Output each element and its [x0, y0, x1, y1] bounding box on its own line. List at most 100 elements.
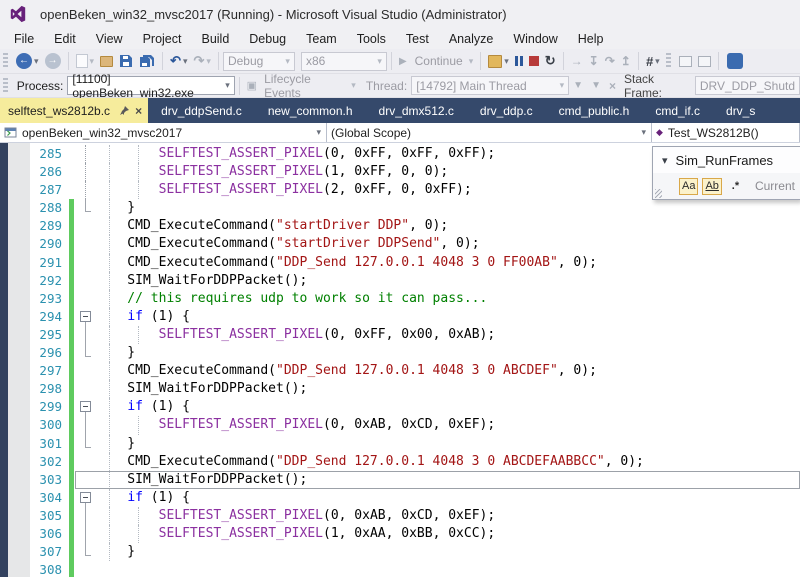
code-text[interactable]: } — [96, 344, 800, 362]
code-text[interactable] — [96, 561, 800, 577]
menu-item-debug[interactable]: Debug — [239, 30, 296, 48]
code-line-292[interactable]: 292 SIM_WaitForDDPPacket(); — [30, 272, 800, 290]
show-next-statement-icon[interactable]: → — [571, 54, 583, 68]
tab-selftest_ws2812b.c[interactable]: selftest_ws2812b.c × — [0, 98, 148, 123]
tab-drv_dmx512.c[interactable]: drv_dmx512.c — [366, 98, 467, 123]
chevron-down-icon[interactable]: ▾ — [183, 56, 188, 67]
tab-drv_ddp.c[interactable]: drv_ddp.c — [467, 98, 546, 123]
code-line-293[interactable]: 293 // this requires udp to work so it c… — [30, 290, 800, 308]
code-text[interactable]: SIM_WaitForDDPPacket(); — [96, 272, 800, 290]
code-line-289[interactable]: 289 CMD_ExecuteCommand("startDriver DDP"… — [30, 217, 800, 235]
code-line-296[interactable]: 296 } — [30, 344, 800, 362]
match-case-button[interactable]: Aa — [679, 178, 698, 195]
code-text[interactable]: CMD_ExecuteCommand("startDriver DDP", 0)… — [96, 217, 800, 235]
stop-debugging-button[interactable] — [528, 51, 540, 71]
navigate-backward-button[interactable]: ← ▾ — [15, 51, 40, 71]
code-text[interactable]: if (1) { — [96, 308, 800, 326]
code-text[interactable]: CMD_ExecuteCommand("DDP_Send 127.0.0.1 4… — [96, 362, 800, 380]
find-scope-dropdown[interactable]: Current — [755, 179, 795, 193]
menu-item-edit[interactable]: Edit — [44, 30, 86, 48]
code-text[interactable]: SELFTEST_ASSERT_PIXEL(0, 0xFF, 0x00, 0xA… — [96, 326, 800, 344]
collapse-region-icon[interactable] — [80, 401, 91, 412]
step-into-icon[interactable]: ↧ — [589, 54, 599, 68]
code-text[interactable]: // this requires udp to work so it can p… — [96, 290, 800, 308]
toolbar-grip[interactable] — [3, 78, 8, 94]
code-line-297[interactable]: 297 CMD_ExecuteCommand("DDP_Send 127.0.0… — [30, 362, 800, 380]
save-button[interactable] — [118, 51, 134, 71]
break-all-button[interactable] — [514, 51, 524, 71]
solution-platform-combo[interactable]: x86 ▾ — [301, 52, 387, 71]
menu-item-team[interactable]: Team — [296, 30, 347, 48]
code-text[interactable]: CMD_ExecuteCommand("startDriver DDPSend"… — [96, 235, 800, 253]
find-overlay[interactable]: ▾ Sim_RunFrames Aa Ab .* Current — [652, 146, 800, 200]
tab-cmd_public.h[interactable]: cmd_public.h — [546, 98, 643, 123]
menu-item-file[interactable]: File — [4, 30, 44, 48]
whole-word-button[interactable]: Ab — [702, 178, 721, 195]
code-text[interactable]: CMD_ExecuteCommand("DDP_Send 127.0.0.1 4… — [96, 254, 800, 272]
code-text[interactable]: SELFTEST_ASSERT_PIXEL(0, 0xAB, 0xCD, 0xE… — [96, 416, 800, 434]
code-line-294[interactable]: 294 if (1) { — [30, 308, 800, 326]
thread-combo[interactable]: [14792] Main Thread ▾ — [411, 76, 569, 95]
tab-cmd_if.c[interactable]: cmd_if.c — [642, 98, 713, 123]
menu-item-help[interactable]: Help — [568, 30, 614, 48]
pin-icon[interactable] — [120, 106, 129, 115]
code-line-291[interactable]: 291 CMD_ExecuteCommand("DDP_Send 127.0.0… — [30, 254, 800, 272]
undo-button[interactable]: ↶ ▾ — [169, 51, 188, 71]
open-file-button[interactable] — [99, 51, 114, 71]
code-text[interactable]: } — [96, 543, 800, 561]
restart-button[interactable]: ↻ — [544, 51, 557, 71]
filter-threads-icon[interactable]: ▼ — [573, 80, 583, 91]
breakpoint-glyph-margin[interactable] — [8, 143, 30, 577]
menu-item-build[interactable]: Build — [191, 30, 239, 48]
continue-button[interactable]: ▶ Continue ▾ — [398, 51, 474, 71]
code-line-298[interactable]: 298 SIM_WaitForDDPPacket(); — [30, 380, 800, 398]
navigate-forward-button[interactable]: → — [44, 51, 62, 71]
menu-item-view[interactable]: View — [86, 30, 133, 48]
menu-item-test[interactable]: Test — [396, 30, 439, 48]
code-text[interactable]: SELFTEST_ASSERT_PIXEL(1, 0xAA, 0xBB, 0xC… — [96, 525, 800, 543]
regex-button[interactable]: .* — [726, 178, 745, 195]
code-text[interactable]: SELFTEST_ASSERT_PIXEL(0, 0xAB, 0xCD, 0xE… — [96, 507, 800, 525]
code-line-306[interactable]: 306 SELFTEST_ASSERT_PIXEL(1, 0xAA, 0xBB,… — [30, 525, 800, 543]
code-text[interactable]: CMD_ExecuteCommand("DDP_Send 127.0.0.1 4… — [96, 453, 800, 471]
code-text[interactable]: } — [96, 199, 800, 217]
find-expand-chevron-icon[interactable]: ▾ — [662, 154, 668, 167]
find-query-input[interactable]: Sim_RunFrames — [676, 153, 774, 168]
chevron-down-icon[interactable]: ▾ — [90, 56, 95, 67]
method-combo[interactable]: ◆ Test_WS2812B() — [652, 123, 800, 142]
collapse-region-icon[interactable] — [80, 311, 91, 322]
code-line-290[interactable]: 290 CMD_ExecuteCommand("startDriver DDPS… — [30, 235, 800, 253]
diagnostic-tools-button[interactable]: ▾ — [487, 51, 510, 71]
folding-margin[interactable] — [75, 489, 96, 507]
menu-item-analyze[interactable]: Analyze — [439, 30, 503, 48]
code-line-304[interactable]: 304 if (1) { — [30, 489, 800, 507]
project-combo[interactable]: openBeken_win32_mvsc2017 ▾ — [0, 123, 327, 142]
menu-item-window[interactable]: Window — [503, 30, 567, 48]
step-over-icon[interactable]: ↷ — [605, 54, 615, 68]
code-text[interactable]: SIM_WaitForDDPPacket(); — [96, 380, 800, 398]
menu-item-tools[interactable]: Tools — [347, 30, 396, 48]
code-text[interactable]: if (1) { — [96, 489, 800, 507]
code-line-288[interactable]: 288 } — [30, 199, 800, 217]
parallel-stacks-icon[interactable] — [698, 56, 711, 67]
chevron-down-icon[interactable]: ▾ — [351, 80, 356, 91]
stack-frame-combo[interactable]: DRV_DDP_Shutd — [695, 76, 800, 95]
folding-margin[interactable] — [75, 398, 96, 416]
collapse-region-icon[interactable] — [80, 492, 91, 503]
step-out-icon[interactable]: ↥ — [621, 54, 631, 68]
toolbar-grip[interactable] — [3, 53, 8, 69]
tab-drv_s[interactable]: drv_s — [713, 98, 768, 123]
code-text[interactable]: if (1) { — [96, 398, 800, 416]
code-line-305[interactable]: 305 SELFTEST_ASSERT_PIXEL(0, 0xAB, 0xCD,… — [30, 507, 800, 525]
tab-drv_ddpSend.c[interactable]: drv_ddpSend.c — [148, 98, 255, 123]
code-editor[interactable]: 285 SELFTEST_ASSERT_PIXEL(0, 0xFF, 0xFF,… — [0, 143, 800, 577]
code-text[interactable]: } — [96, 435, 800, 453]
solution-configuration-combo[interactable]: Debug ▾ — [223, 52, 295, 71]
tab-new_common.h[interactable]: new_common.h — [255, 98, 366, 123]
chevron-down-icon[interactable]: ▾ — [206, 56, 211, 67]
new-file-button[interactable]: ▾ — [75, 51, 96, 71]
show-threads-in-source-icon[interactable] — [679, 56, 692, 67]
lifecycle-events-label[interactable]: Lifecycle Events — [264, 72, 345, 100]
resize-grip-icon[interactable] — [655, 189, 662, 198]
scope-combo[interactable]: (Global Scope) ▾ — [327, 123, 652, 142]
